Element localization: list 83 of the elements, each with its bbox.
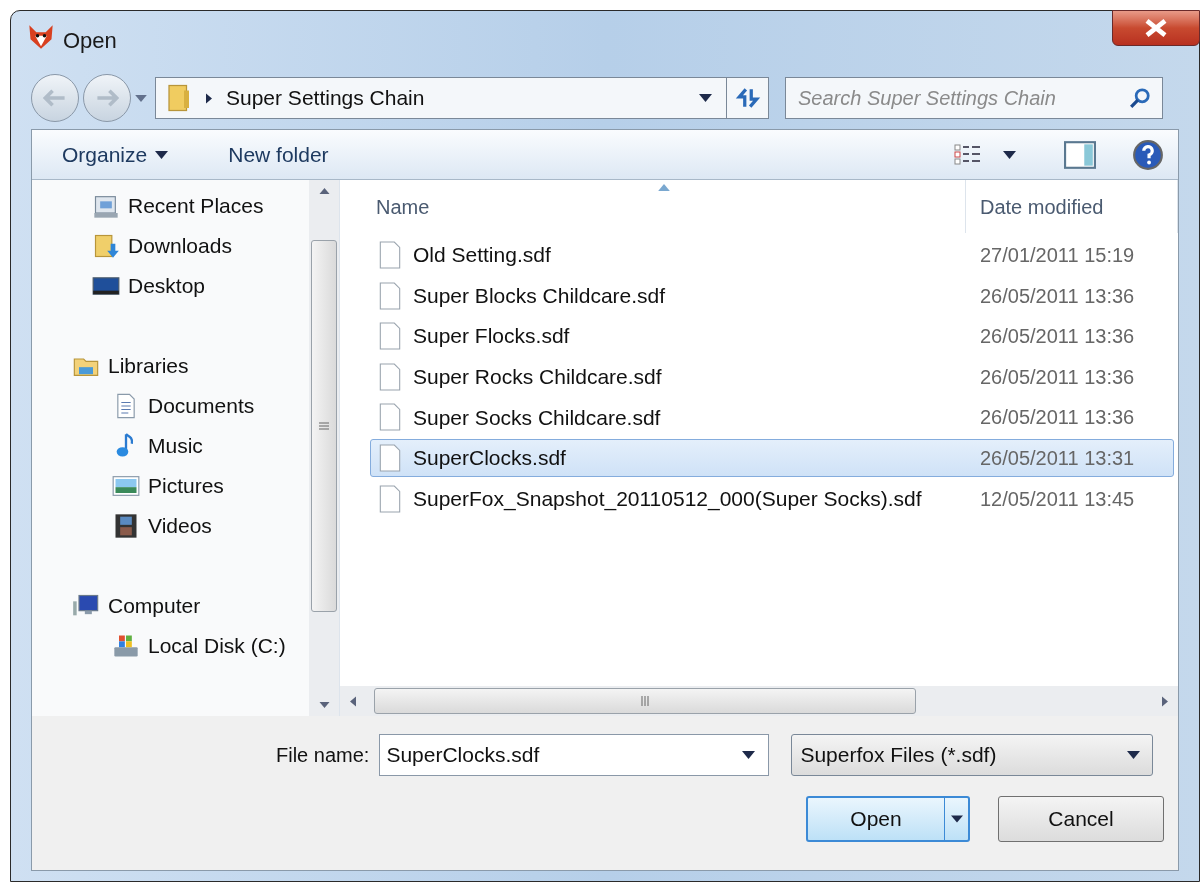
fox-app-icon (27, 23, 55, 51)
search-field[interactable]: Search Super Settings Chain (785, 77, 1163, 119)
date-modified: 27/01/2011 15:19 (979, 243, 1135, 268)
date-modified: 12/05/2011 13:45 (979, 486, 1135, 512)
file-row[interactable]: SuperFox_Snapshot_20110512_000(Super Socks).sdf 12/05/2011 13:45 (370, 479, 1174, 518)
search-icon (1129, 87, 1151, 109)
sidebar-item[interactable]: Music (32, 426, 309, 466)
organize-menu[interactable]: Organize (62, 138, 169, 171)
date-modified: 26/05/2011 13:31 (979, 445, 1135, 471)
file-name: Old Setting.sdf (413, 242, 551, 269)
scroll-left-icon (350, 695, 356, 707)
sidebar-item[interactable]: Recent Places (32, 186, 309, 226)
file-icon (379, 443, 401, 472)
file-row[interactable]: SuperClocks.sdf 26/05/2011 13:31 (370, 438, 1174, 477)
back-arrow-icon (43, 88, 67, 108)
file-row[interactable]: Super Rocks Childcare.sdf 26/05/2011 13:36 (370, 357, 1174, 396)
forward-arrow-icon (95, 88, 119, 108)
caret-icon (155, 150, 169, 159)
address-path: Super Settings Chain (226, 85, 425, 112)
sidebar-item[interactable]: Downloads (32, 226, 309, 266)
date-modified: 26/05/2011 13:36 (979, 364, 1135, 390)
address-dropdown-icon (699, 94, 712, 102)
close-icon (1145, 19, 1167, 37)
file-name: Super Blocks Childcare.sdf (413, 282, 666, 309)
file-row[interactable]: Super Flocks.sdf 26/05/2011 13:36 (370, 317, 1174, 356)
folder-icon (166, 83, 192, 113)
view-caret-icon (1003, 150, 1016, 159)
history-caret-icon (135, 94, 147, 102)
file-icon (379, 362, 401, 391)
file-icon (379, 241, 401, 269)
window-title: Open (63, 27, 117, 55)
sidebar-item[interactable]: Videos (32, 506, 309, 546)
scroll-right-icon (1162, 695, 1168, 707)
sidebar-item[interactable]: Local Disk (C:) (32, 626, 309, 666)
sidebar-item[interactable]: Documents (32, 386, 309, 426)
new-folder-button[interactable]: New folder (228, 138, 329, 171)
sidebar-item[interactable]: Desktop (32, 266, 309, 306)
scroll-thumb[interactable] (311, 240, 337, 612)
file-row[interactable]: Old Setting.sdf 27/01/2011 15:19 (370, 236, 1174, 274)
open-split-button[interactable]: Open (806, 796, 970, 842)
file-name: SuperClocks.sdf (413, 445, 566, 472)
date-modified: 26/05/2011 13:36 (979, 283, 1135, 309)
file-row[interactable]: Super Socks Childcare.sdf 26/05/2011 13:36 (370, 398, 1174, 437)
caret-icon (950, 815, 963, 823)
column-header[interactable]: Date modified (966, 180, 1178, 233)
file-name-field[interactable]: SuperClocks.sdf (379, 734, 770, 776)
breadcrumb-arrow-icon (206, 92, 212, 104)
file-icon (379, 322, 401, 351)
refresh-icon[interactable] (734, 87, 761, 109)
sidebar-item[interactable]: Computer (32, 586, 309, 626)
date-modified: 26/05/2011 13:36 (979, 405, 1135, 431)
file-name: SuperFox_Snapshot_20110512_000(Super Socks).sdf (413, 485, 922, 513)
grip-icon (641, 696, 649, 706)
file-name: Super Rocks Childcare.sdf (413, 364, 662, 391)
dropdown-caret-icon (1127, 751, 1141, 759)
vertical-scrollbar[interactable] (309, 180, 339, 716)
file-name: Super Flocks.sdf (413, 323, 570, 350)
back-button[interactable] (31, 74, 79, 122)
address-bar[interactable]: Super Settings Chain (155, 77, 769, 119)
date-modified: 26/05/2011 13:36 (979, 324, 1135, 350)
file-icon (379, 484, 401, 513)
file-icon (379, 281, 401, 310)
file-row[interactable]: Super Blocks Childcare.sdf 26/05/2011 13:36 (370, 276, 1174, 315)
sidebar-item[interactable]: Libraries (32, 346, 309, 386)
horizontal-scrollbar[interactable] (340, 686, 1178, 716)
scroll-up-icon (318, 188, 330, 194)
cancel-button[interactable]: Cancel (998, 796, 1164, 842)
close-button[interactable] (1112, 10, 1200, 46)
help-icon[interactable] (1132, 138, 1164, 171)
preview-pane-icon[interactable] (1064, 140, 1096, 169)
file-name: Super Socks Childcare.sdf (413, 404, 661, 431)
scroll-thumb[interactable] (374, 688, 916, 714)
scroll-down-icon (318, 702, 330, 708)
sidebar-item[interactable]: Pictures (32, 466, 309, 506)
grip-icon (319, 422, 329, 430)
file-name-label: File name: (276, 743, 370, 768)
view-list-icon[interactable] (953, 142, 983, 167)
forward-button[interactable] (83, 74, 131, 122)
sort-ascending-icon (658, 184, 670, 191)
file-type-dropdown[interactable]: Superfox Files (*.sdf) (791, 734, 1154, 776)
folder-download-icon (92, 232, 120, 260)
file-icon (379, 403, 401, 432)
dropdown-caret-icon (742, 751, 756, 759)
